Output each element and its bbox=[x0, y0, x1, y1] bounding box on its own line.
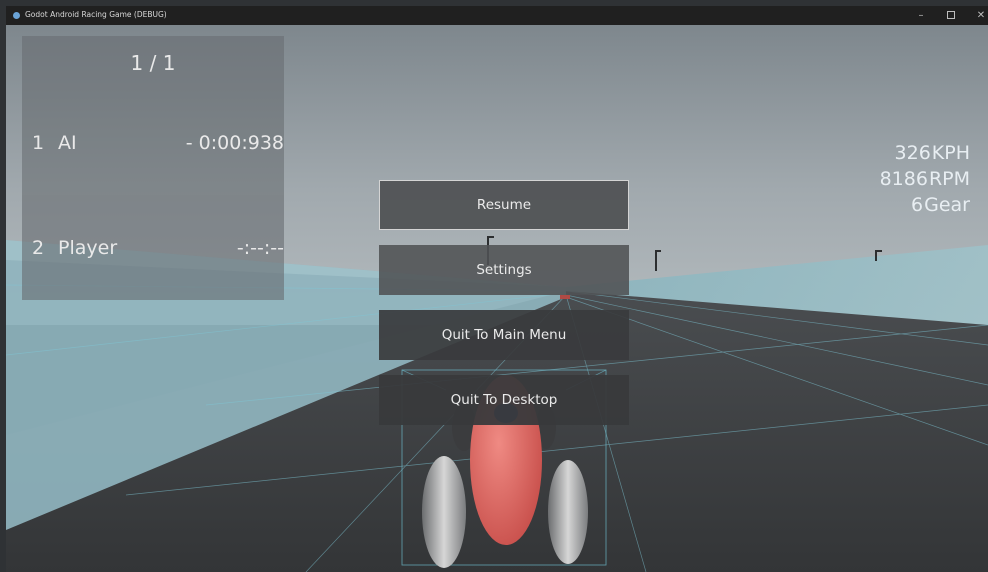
window-titlebar: Godot Android Racing Game (DEBUG) – ✕ bbox=[6, 6, 988, 25]
gear-readout: 6Gear bbox=[810, 192, 970, 218]
gear-value: 6 bbox=[911, 194, 924, 216]
racer-name: AI bbox=[58, 132, 77, 154]
speed-unit: KPH bbox=[931, 142, 970, 164]
telemetry-hud: 326KPH 8186RPM 6Gear bbox=[810, 140, 970, 218]
resume-button[interactable]: Resume bbox=[379, 180, 629, 230]
minimize-button[interactable]: – bbox=[906, 6, 936, 25]
race-leaderboard: 1 / 1 1 AI - 0:00:938 2 Player -:--:-- bbox=[22, 36, 284, 300]
quit-to-main-menu-button[interactable]: Quit To Main Menu bbox=[379, 310, 629, 360]
godot-icon bbox=[13, 12, 20, 19]
maximize-icon bbox=[947, 11, 955, 19]
rear-right-tire bbox=[548, 460, 588, 564]
maximize-button[interactable] bbox=[936, 6, 966, 25]
racer-name: Player bbox=[58, 237, 118, 259]
speed-value: 326 bbox=[894, 142, 931, 164]
opponent-car bbox=[560, 295, 570, 299]
gear-unit: Gear bbox=[924, 194, 970, 216]
window-title: Godot Android Racing Game (DEBUG) bbox=[25, 10, 167, 19]
rpm-readout: 8186RPM bbox=[810, 166, 970, 192]
close-button[interactable]: ✕ bbox=[966, 6, 988, 25]
racer-time: -:--:-- bbox=[236, 237, 284, 259]
settings-button[interactable]: Settings bbox=[379, 245, 629, 295]
lap-counter: 1 / 1 bbox=[130, 51, 176, 75]
speed-readout: 326KPH bbox=[810, 140, 970, 166]
game-window: Godot Android Racing Game (DEBUG) – ✕ 1 … bbox=[0, 0, 988, 572]
quit-to-desktop-button[interactable]: Quit To Desktop bbox=[379, 375, 629, 425]
rpm-value: 8186 bbox=[879, 168, 928, 190]
racer-position: 1 bbox=[32, 132, 45, 154]
rpm-unit: RPM bbox=[928, 168, 970, 190]
racer-time: - 0:00:938 bbox=[185, 132, 284, 154]
rear-left-tire bbox=[422, 456, 466, 568]
racer-position: 2 bbox=[32, 237, 45, 259]
